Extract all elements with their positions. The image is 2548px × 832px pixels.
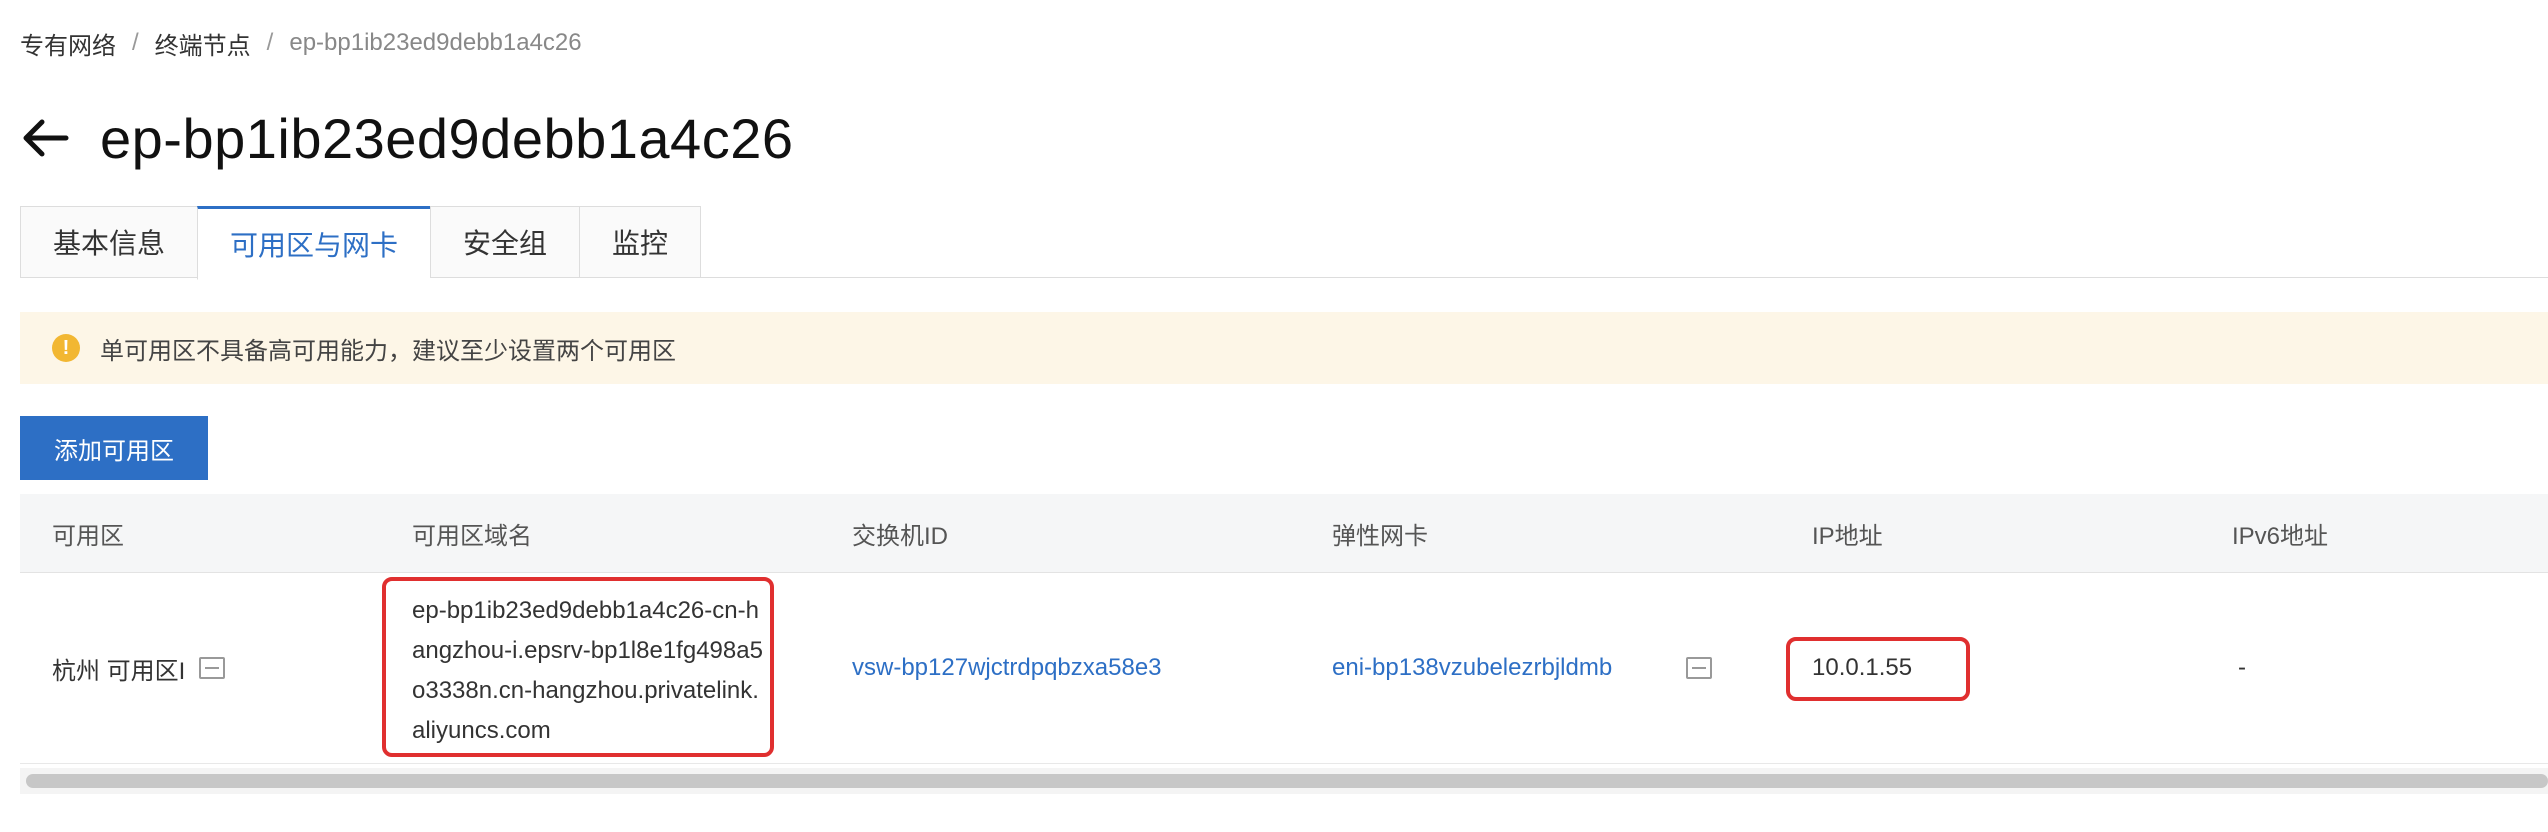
monitor-icon[interactable] xyxy=(1686,657,1712,679)
column-header-zone: 可用区 xyxy=(52,522,124,550)
ipv6-address: - xyxy=(2238,654,2246,681)
add-zone-button[interactable]: 添加可用区 xyxy=(20,416,208,480)
breadcrumb-item-current: ep-bp1ib23ed9debb1a4c26 xyxy=(289,29,582,56)
breadcrumb-item-vpc[interactable]: 专有网络 xyxy=(20,26,116,61)
vswitch-cell: vsw-bp127wjctrdpqbzxa58e3 xyxy=(852,573,1162,763)
horizontal-scrollbar[interactable] xyxy=(26,774,2548,788)
tab-bar: 基本信息 可用区与网卡 安全组 监控 xyxy=(20,206,702,280)
breadcrumb: 专有网络 / 终端节点 / ep-bp1ib23ed9debb1a4c26 xyxy=(20,26,582,60)
table-row: 杭州 可用区I ep-bp1ib23ed9debb1a4c26-cn-hangz… xyxy=(20,573,2548,764)
tab-basic-info[interactable]: 基本信息 xyxy=(20,206,198,278)
eni-cell: eni-bp138vzubelezrbjldmb xyxy=(1332,573,1612,763)
eni-icon-cell xyxy=(1686,573,1712,763)
breadcrumb-separator: / xyxy=(132,29,139,56)
ip-address: 10.0.1.55 xyxy=(1812,654,1913,681)
back-arrow-icon[interactable] xyxy=(20,118,70,158)
zone-cell: 杭州 可用区I xyxy=(52,573,226,763)
zone-name: 杭州 可用区I xyxy=(52,657,186,685)
column-header-ipv6: IPv6地址 xyxy=(2232,522,2329,550)
zones-table: 可用区 可用区域名 交换机ID 弹性网卡 IP地址 IPv6地址 杭州 可用区I… xyxy=(20,494,2548,764)
tab-security-groups[interactable]: 安全组 xyxy=(430,206,580,278)
breadcrumb-item-endpoints[interactable]: 终端节点 xyxy=(155,26,251,61)
table-header: 可用区 可用区域名 交换机ID 弹性网卡 IP地址 IPv6地址 xyxy=(20,494,2548,573)
vswitch-id-link[interactable]: vsw-bp127wjctrdpqbzxa58e3 xyxy=(852,654,1162,682)
alert-text: 单可用区不具备高可用能力，建议至少设置两个可用区 xyxy=(100,337,676,365)
tab-monitoring[interactable]: 监控 xyxy=(579,206,702,278)
monitor-icon[interactable] xyxy=(199,657,226,679)
warning-alert: ! 单可用区不具备高可用能力，建议至少设置两个可用区 xyxy=(20,312,2548,384)
column-header-ip: IP地址 xyxy=(1812,522,1883,550)
eni-id-link[interactable]: eni-bp138vzubelezrbjldmb xyxy=(1332,654,1612,682)
warning-icon: ! xyxy=(52,334,80,362)
title-row: ep-bp1ib23ed9debb1a4c26 xyxy=(20,100,793,176)
column-header-eni: 弹性网卡 xyxy=(1332,522,1428,550)
breadcrumb-separator: / xyxy=(266,29,274,56)
column-header-domain: 可用区域名 xyxy=(412,522,532,550)
page-title: ep-bp1ib23ed9debb1a4c26 xyxy=(100,106,794,170)
column-header-vswitch-id: 交换机ID xyxy=(852,522,948,550)
zone-domain-name: ep-bp1ib23ed9debb1a4c26-cn-hangzhou-i.ep… xyxy=(412,597,763,744)
tab-zones-and-enis[interactable]: 可用区与网卡 xyxy=(197,206,431,280)
